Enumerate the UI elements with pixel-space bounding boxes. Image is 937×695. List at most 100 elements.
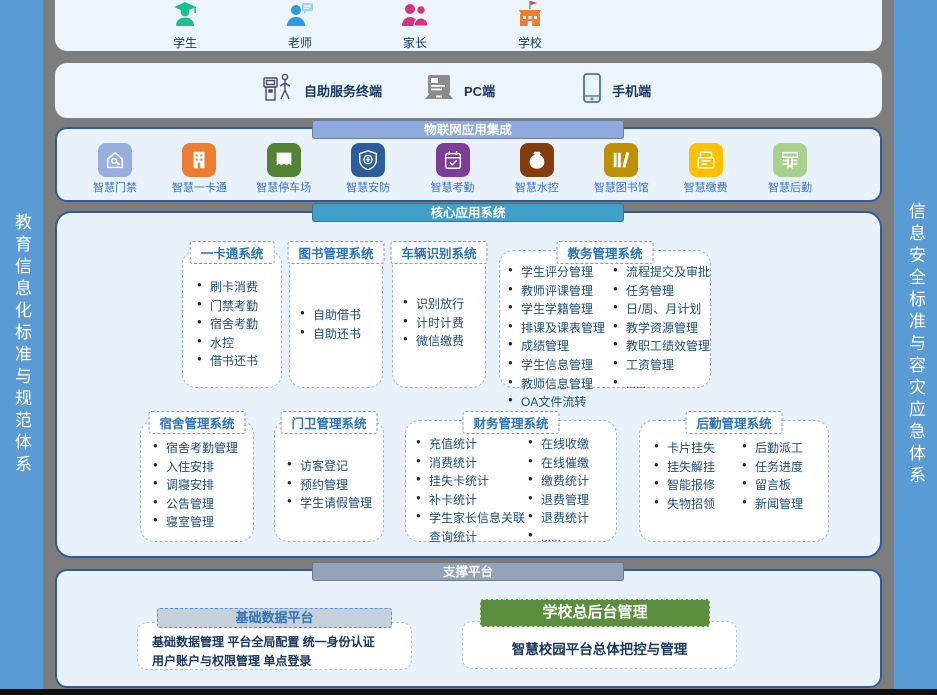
list-item: 宿舍考勤管理	[153, 439, 253, 458]
iot-one-card-label: 智慧一卡通	[172, 179, 227, 195]
list-item: 自助还书	[300, 325, 382, 344]
system-box-one-card: 一卡通系统 刷卡消费 门禁考勤 宿舍考勤 水控 借书还书	[182, 250, 282, 388]
iot-water-label: 智慧水控	[515, 179, 559, 195]
list-item: 借书还书	[197, 352, 281, 371]
iot-parking: 智慧停车场	[244, 143, 324, 195]
security-shield-icon	[351, 143, 385, 177]
list-item: 调寝安排	[153, 476, 253, 495]
iot-section-header: 物联网应用集成	[312, 120, 624, 139]
list-item: 教学资源管理	[613, 319, 710, 338]
list-item: ......	[528, 528, 614, 547]
list-item: 识别放行	[403, 295, 485, 314]
iot-logistics-label: 智慧后勤	[768, 179, 812, 195]
system-box-logistics: 后勤管理系统 卡片挂失 挂失解挂 智能报修 失物招领 后勤派工 任务进度 留言板…	[639, 420, 829, 542]
list-item: 学生学籍管理	[508, 300, 613, 319]
list-item: 水控	[197, 334, 281, 353]
parents-icon	[400, 0, 430, 33]
list-item: 任务管理	[613, 282, 710, 301]
system-box-dormitory: 宿舍管理系统 宿舍考勤管理 入住安排 调寝安排 公告管理 寝室管理	[140, 420, 254, 542]
terminal-kiosk-label: 自助服务终端	[304, 81, 382, 100]
user-school-label: 学校	[518, 34, 542, 51]
terminal-pc-label: PC端	[464, 81, 495, 100]
one-card-icon	[182, 143, 216, 177]
list-item: 补卡统计	[416, 491, 528, 510]
iot-payment: 智慧缴费	[666, 143, 746, 195]
list-item: 挂失卡统计	[416, 472, 528, 491]
iot-parking-label: 智慧停车场	[256, 179, 311, 195]
user-teacher-label: 老师	[288, 34, 312, 51]
base-data-platform-box: 基础数据管理 平台全局配置 统一身份认证 用户账户与权限管理 单点登录	[137, 622, 412, 670]
list-item: 日/周、月计划	[613, 300, 710, 319]
list-item: 自助借书	[300, 306, 382, 325]
school-admin-box: 智慧校园平台总体把控与管理	[462, 621, 737, 669]
list-item: 消费统计	[416, 454, 528, 473]
parking-icon	[267, 143, 301, 177]
list-item: 挂失解挂	[654, 458, 742, 477]
list-item: 门禁考勤	[197, 297, 281, 316]
system-box-title: 教务管理系统	[556, 241, 653, 264]
system-box-title: 宿舍管理系统	[148, 411, 245, 434]
terminal-pc: PC端	[422, 73, 495, 108]
list-item: 教师评课管理	[508, 282, 613, 301]
phone-icon	[580, 72, 604, 109]
list-item: 排课及课表管理	[508, 319, 613, 338]
list-item: 任务进度	[742, 458, 828, 477]
user-student-label: 学生	[173, 34, 197, 51]
teacher-icon	[285, 0, 315, 33]
list-item: 充值统计	[416, 435, 528, 454]
list-item: 学生家长信息关联查询统计	[416, 509, 528, 546]
list-item: 失物招领	[654, 495, 742, 514]
right-standard-bar: 信息安全标准与容灾应急体系	[894, 0, 937, 689]
iot-logistics: 智慧后勤	[750, 143, 830, 195]
list-item: 刷卡消费	[197, 278, 281, 297]
iot-door-access-label: 智慧门禁	[93, 179, 137, 195]
iot-library-label: 智慧图书馆	[594, 179, 649, 195]
iot-attendance-label: 智慧考勤	[431, 179, 475, 195]
user-teacher: 老师	[265, 0, 335, 51]
list-item: 教职工绩效管理	[613, 337, 710, 356]
left-standard-bar: 教育信息化标准与规范体系	[0, 0, 43, 689]
iot-payment-label: 智慧缴费	[684, 179, 728, 195]
terminal-kiosk: 自助服务终端	[260, 70, 382, 111]
logistics-icon	[773, 143, 807, 177]
list-item: 教师信息管理	[508, 375, 613, 394]
core-panel: 一卡通系统 刷卡消费 门禁考勤 宿舍考勤 水控 借书还书 图书管理系统 自助借书…	[55, 211, 882, 558]
system-box-vehicle: 车辆识别系统 识别放行 计时计费 微信缴费	[392, 250, 486, 388]
list-item: 计时计费	[403, 314, 485, 333]
system-box-title: 门卫管理系统	[280, 411, 377, 434]
system-box-title: 一卡通系统	[190, 241, 275, 264]
iot-security: 智慧安防	[328, 143, 408, 195]
list-item: 智能报修	[654, 476, 742, 495]
terminal-mobile: 手机端	[580, 72, 651, 109]
water-control-icon	[520, 143, 554, 177]
list-item: 后勤派工	[742, 439, 828, 458]
list-item: 成绩管理	[508, 337, 613, 356]
list-item: 工资管理	[613, 356, 710, 375]
list-item: 学生请假管理	[287, 494, 383, 513]
list-item: 微信缴费	[403, 332, 485, 351]
iot-water: 智慧水控	[497, 143, 577, 195]
school-admin-title: 学校总后台管理	[480, 599, 710, 627]
list-item: 学生评分管理	[508, 263, 613, 282]
list-item: 缴费统计	[528, 472, 614, 491]
support-section-header: 支撑平台	[312, 562, 624, 581]
school-admin-line1: 智慧校园平台总体把控与管理	[463, 622, 736, 661]
user-parents: 家长	[380, 0, 450, 51]
list-item: 留言板	[742, 476, 828, 495]
list-item: 退费管理	[528, 491, 614, 510]
system-box-title: 财务管理系统	[462, 411, 559, 434]
list-item: 访客登记	[287, 457, 383, 476]
user-student: 学生	[150, 0, 220, 51]
list-item: 退费统计	[528, 509, 614, 528]
users-panel: 学生 老师 家长 学校	[55, 0, 882, 51]
bottom-edge	[0, 689, 937, 695]
system-box-title: 图书管理系统	[287, 241, 384, 264]
terminals-panel: 自助服务终端 PC端 手机端	[55, 63, 882, 118]
school-icon	[515, 0, 545, 33]
list-item: 新闻管理	[742, 495, 828, 514]
system-box-library: 图书管理系统 自助借书 自助还书	[289, 250, 383, 388]
base-platform-line2: 用户账户与权限管理 单点登录	[152, 652, 411, 671]
iot-attendance: 智慧考勤	[413, 143, 493, 195]
door-access-icon	[98, 143, 132, 177]
list-item: 入住安排	[153, 458, 253, 477]
